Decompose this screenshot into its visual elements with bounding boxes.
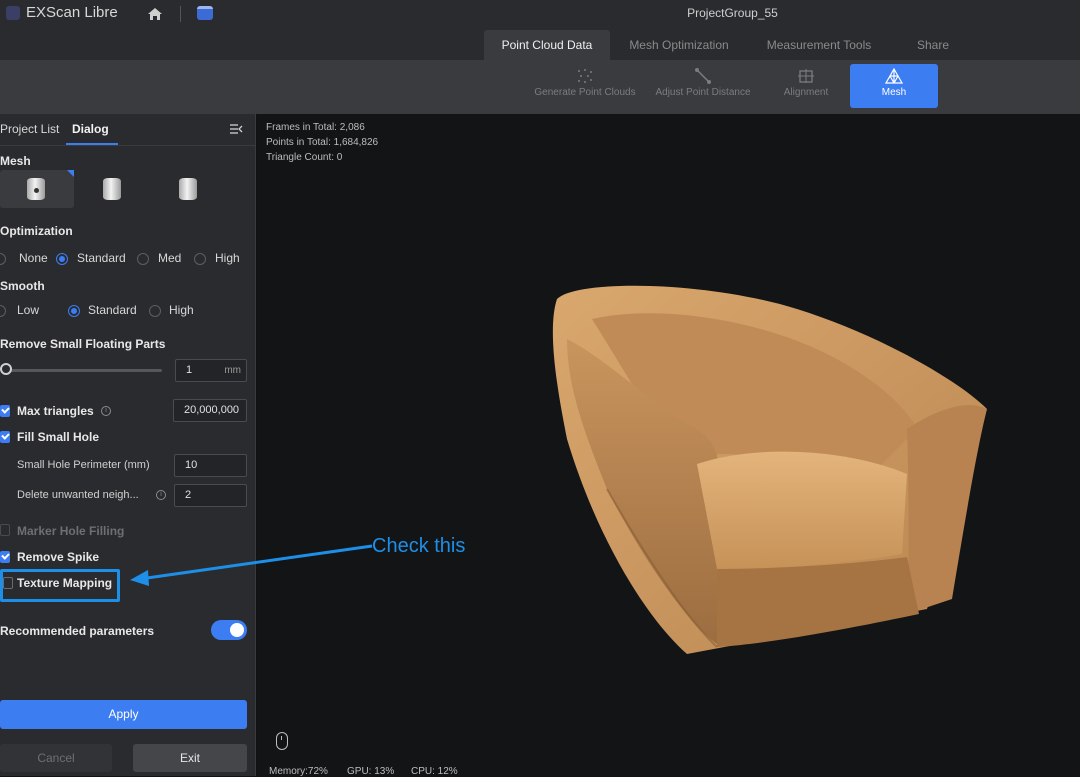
unwatertight-mesh-icon bbox=[103, 178, 121, 200]
floating-slider-thumb[interactable] bbox=[0, 363, 12, 375]
main-tab-bar: Point Cloud Data Mesh Optimization Measu… bbox=[0, 28, 1080, 60]
watertight-mesh-icon bbox=[27, 178, 45, 200]
smooth-radio-group: Low Standard High bbox=[0, 303, 256, 319]
recommended-parameters-toggle[interactable] bbox=[211, 620, 247, 640]
frames-total: Frames in Total: 2,086 bbox=[266, 122, 365, 133]
optimization-radio-group: None Standard Med High bbox=[0, 251, 256, 267]
mesh-option-semi-watertight[interactable] bbox=[152, 170, 226, 208]
point-cloud-icon bbox=[578, 69, 592, 83]
marker-hole-filling-checkbox[interactable] bbox=[0, 524, 10, 536]
generate-point-clouds-button[interactable]: Generate Point Clouds bbox=[528, 64, 642, 108]
tab-dialog[interactable]: Dialog bbox=[72, 122, 109, 136]
small-hole-perimeter-input[interactable]: 10 bbox=[174, 454, 247, 477]
remove-floating-title: Remove Small Floating Parts bbox=[0, 337, 166, 351]
max-triangles-info-icon[interactable]: i bbox=[101, 406, 111, 416]
cpu-usage: CPU: 12% bbox=[411, 766, 458, 777]
annotation-highlight-box bbox=[0, 569, 120, 602]
mouse-icon bbox=[276, 732, 288, 750]
delete-unwanted-input[interactable]: 2 bbox=[174, 484, 247, 507]
armchair-model bbox=[552, 285, 987, 654]
delete-unwanted-info-icon[interactable]: i bbox=[156, 490, 166, 500]
max-triangles-label: Max triangles bbox=[17, 404, 94, 418]
optimization-med-label: Med bbox=[158, 251, 182, 265]
apply-button[interactable]: Apply bbox=[0, 700, 247, 729]
distance-icon bbox=[695, 68, 711, 84]
optimization-none-radio[interactable] bbox=[0, 253, 6, 265]
collapse-panel-icon[interactable] bbox=[229, 122, 243, 136]
cancel-button[interactable]: Cancel bbox=[0, 744, 112, 772]
max-triangles-input[interactable]: 20,000,000 bbox=[173, 399, 247, 422]
semi-watertight-mesh-icon bbox=[179, 178, 197, 200]
panel-tab-bar: Project List Dialog bbox=[0, 114, 256, 146]
optimization-high-radio[interactable] bbox=[194, 253, 206, 265]
tab-point-cloud-data[interactable]: Point Cloud Data bbox=[484, 30, 610, 60]
generate-point-clouds-label: Generate Point Clouds bbox=[534, 87, 636, 98]
optimization-title: Optimization bbox=[0, 224, 73, 238]
memory-usage: Memory:72% bbox=[269, 766, 328, 777]
exit-button[interactable]: Exit bbox=[133, 744, 247, 772]
tab-measurement-tools[interactable]: Measurement Tools bbox=[752, 30, 886, 60]
optimization-high-label: High bbox=[215, 251, 240, 265]
floating-unit: mm bbox=[224, 365, 241, 376]
mesh-option-unwatertight[interactable] bbox=[76, 170, 150, 208]
optimization-med-radio[interactable] bbox=[137, 253, 149, 265]
smooth-low-radio[interactable] bbox=[0, 305, 6, 317]
marker-hole-filling-label: Marker Hole Filling bbox=[17, 524, 125, 538]
alignment-icon bbox=[798, 69, 814, 83]
mesh-section-title: Mesh bbox=[0, 154, 31, 168]
3d-viewport[interactable]: Frames in Total: 2,086 Points in Total: … bbox=[257, 114, 1080, 777]
adjust-point-distance-button[interactable]: Adjust Point Distance bbox=[648, 64, 758, 108]
mesh-icon bbox=[885, 68, 903, 84]
tab-project-list[interactable]: Project List bbox=[0, 122, 59, 136]
floating-value-input[interactable]: 1 mm bbox=[175, 359, 247, 382]
mesh-label: Mesh bbox=[881, 87, 907, 98]
max-triangles-checkbox[interactable] bbox=[0, 405, 10, 417]
smooth-high-radio[interactable] bbox=[149, 305, 161, 317]
remove-spike-checkbox[interactable] bbox=[0, 551, 10, 563]
tab-share[interactable]: Share bbox=[898, 30, 968, 60]
triangle-count: Triangle Count: 0 bbox=[266, 152, 343, 163]
smooth-standard-radio[interactable] bbox=[68, 305, 80, 317]
alignment-button[interactable]: Alignment bbox=[770, 64, 842, 108]
fill-small-hole-label: Fill Small Hole bbox=[17, 430, 100, 444]
optimization-standard-label: Standard bbox=[77, 251, 126, 265]
fill-small-hole-checkbox[interactable] bbox=[0, 431, 10, 443]
optimization-none-label: None bbox=[19, 251, 48, 265]
project-title: ProjectGroup_55 bbox=[687, 6, 778, 20]
floating-value: 1 bbox=[186, 364, 193, 376]
small-hole-perimeter-label: Small Hole Perimeter (mm) bbox=[17, 459, 150, 471]
smooth-standard-label: Standard bbox=[88, 303, 137, 317]
dialog-panel: Project List Dialog Mesh Optimization No… bbox=[0, 114, 256, 776]
smooth-low-label: Low bbox=[17, 303, 40, 317]
adjust-point-distance-label: Adjust Point Distance bbox=[655, 87, 751, 98]
smooth-high-label: High bbox=[169, 303, 194, 317]
delete-unwanted-label: Delete unwanted neigh... bbox=[17, 489, 139, 501]
toolbar: Generate Point Clouds Adjust Point Dista… bbox=[0, 60, 1080, 114]
recommended-parameters-label: Recommended parameters bbox=[0, 624, 155, 638]
points-total: Points in Total: 1,684,826 bbox=[266, 137, 379, 148]
selected-corner-marker bbox=[67, 170, 74, 177]
active-tab-indicator bbox=[66, 143, 118, 145]
floating-slider-track[interactable] bbox=[6, 369, 162, 372]
tab-mesh-optimization[interactable]: Mesh Optimization bbox=[614, 30, 744, 60]
gpu-usage: GPU: 13% bbox=[347, 766, 395, 777]
mesh-button[interactable]: Mesh bbox=[850, 64, 938, 108]
mesh-option-watertight[interactable] bbox=[0, 170, 74, 208]
smooth-title: Smooth bbox=[0, 279, 45, 293]
alignment-label: Alignment bbox=[783, 87, 829, 98]
optimization-standard-radio[interactable] bbox=[56, 253, 68, 265]
remove-spike-label: Remove Spike bbox=[17, 550, 100, 564]
title-bar: EXScan Libre ProjectGroup_55 bbox=[0, 0, 1080, 28]
annotation-callout-text: Check this bbox=[372, 535, 466, 557]
annotation-arrow bbox=[130, 544, 373, 586]
